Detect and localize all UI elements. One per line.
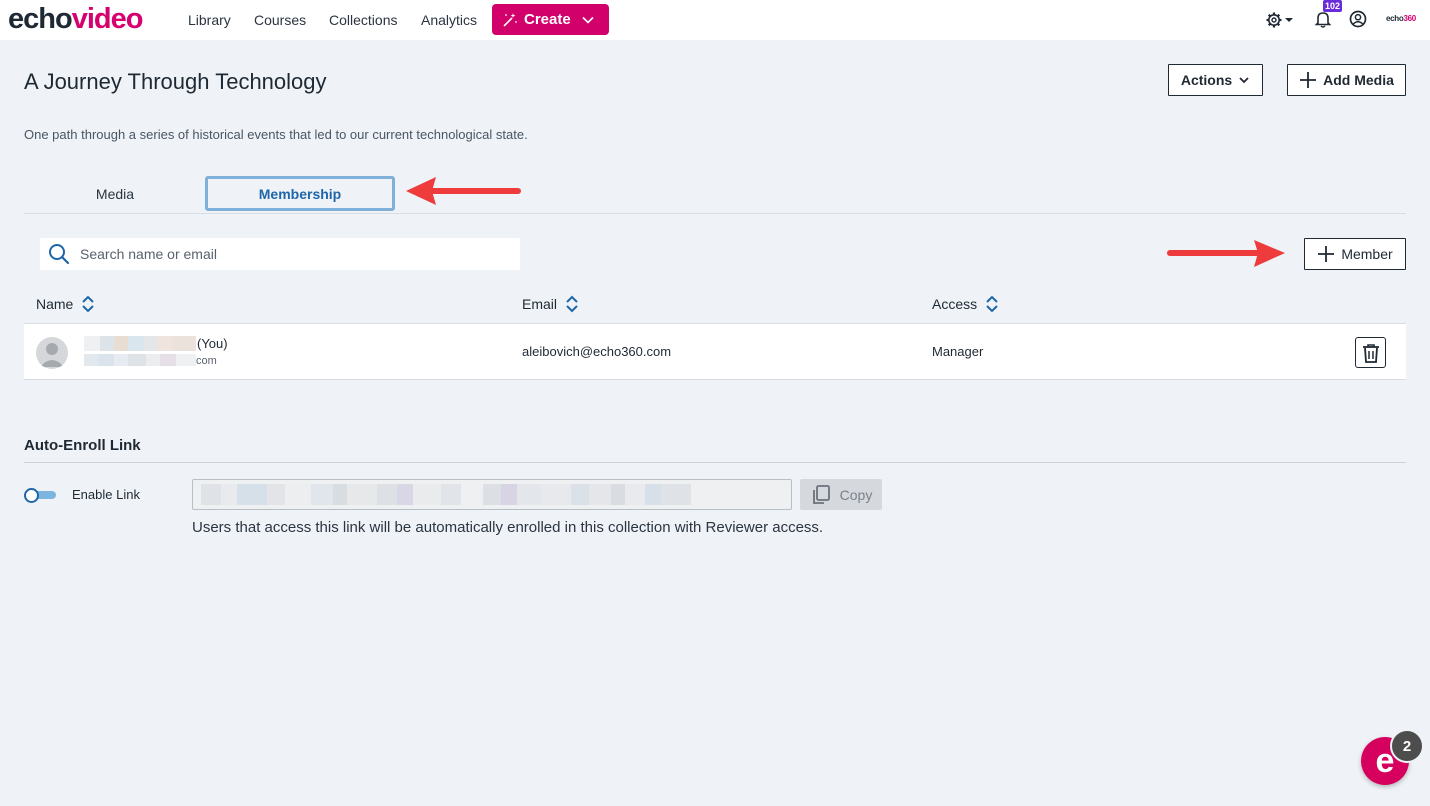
copy-link-button[interactable]: Copy <box>800 479 882 510</box>
notification-bell-icon[interactable] <box>1314 10 1332 28</box>
member-access: Manager <box>932 344 984 359</box>
column-header-access[interactable]: Access <box>932 294 999 314</box>
search-input[interactable] <box>80 246 500 262</box>
plus-icon <box>1318 246 1335 262</box>
add-member-button[interactable]: Member <box>1304 238 1406 270</box>
member-search-box[interactable] <box>40 238 520 270</box>
actions-label: Actions <box>1180 72 1233 88</box>
nav-library[interactable]: Library <box>188 12 231 28</box>
help-notification-count: 2 <box>1390 729 1424 763</box>
auto-enroll-heading: Auto-Enroll Link <box>24 437 141 454</box>
tab-media[interactable]: Media <box>24 176 206 211</box>
table-row: (You) com aleibovich@echo360.com Manager <box>24 323 1406 380</box>
delete-member-button[interactable] <box>1355 337 1386 368</box>
page-title: A Journey Through Technology <box>24 69 327 94</box>
enable-link-label: Enable Link <box>72 487 140 502</box>
add-member-label: Member <box>1341 246 1393 262</box>
column-header-name[interactable]: Name <box>36 294 95 314</box>
nav-collections[interactable]: Collections <box>329 12 397 28</box>
redacted-link <box>201 484 701 505</box>
add-media-button[interactable]: Add Media <box>1287 64 1406 96</box>
nav-courses[interactable]: Courses <box>254 12 306 28</box>
tabs-divider <box>24 213 1406 214</box>
copy-label: Copy <box>839 486 873 503</box>
column-header-email[interactable]: Email <box>522 294 579 314</box>
notification-count-badge: 102 <box>1323 0 1343 12</box>
section-divider <box>24 462 1406 463</box>
create-button[interactable]: Create <box>492 4 609 35</box>
auto-enroll-helper-text: Users that access this link will be auto… <box>192 519 824 536</box>
enable-link-toggle[interactable] <box>24 488 56 503</box>
trash-icon <box>1362 343 1379 363</box>
current-user-marker: (You) <box>197 336 228 351</box>
member-email-suffix: com <box>196 355 217 367</box>
tab-membership[interactable]: Membership <box>205 176 395 211</box>
sort-icon <box>566 295 578 313</box>
top-nav: echovideo Library Courses Collections An… <box>0 0 1430 40</box>
sort-icon <box>82 295 95 313</box>
search-icon <box>49 244 70 265</box>
add-media-label: Add Media <box>1323 72 1394 88</box>
magic-wand-icon <box>503 12 517 27</box>
copy-icon <box>812 484 830 504</box>
chevron-down-icon <box>1239 77 1249 84</box>
settings-gear-icon[interactable] <box>1265 11 1295 29</box>
nav-analytics[interactable]: Analytics <box>421 12 477 28</box>
avatar <box>36 337 68 369</box>
chevron-down-icon <box>582 16 594 24</box>
redacted-name <box>84 336 196 351</box>
echovideo-logo[interactable]: echovideo <box>8 2 143 36</box>
plus-icon <box>1300 72 1317 88</box>
auto-enroll-link-field[interactable] <box>192 479 792 510</box>
echo360-brand-logo: echo360 <box>1386 14 1416 23</box>
annotation-arrow-left <box>406 177 521 205</box>
create-label: Create <box>524 11 571 28</box>
user-account-icon[interactable] <box>1349 10 1367 28</box>
collection-description: One path through a series of historical … <box>24 127 528 142</box>
redacted-email <box>84 354 196 366</box>
actions-button[interactable]: Actions <box>1168 64 1263 96</box>
sort-icon <box>986 295 998 313</box>
annotation-arrow-right <box>1167 240 1285 267</box>
member-email: aleibovich@echo360.com <box>522 344 672 359</box>
